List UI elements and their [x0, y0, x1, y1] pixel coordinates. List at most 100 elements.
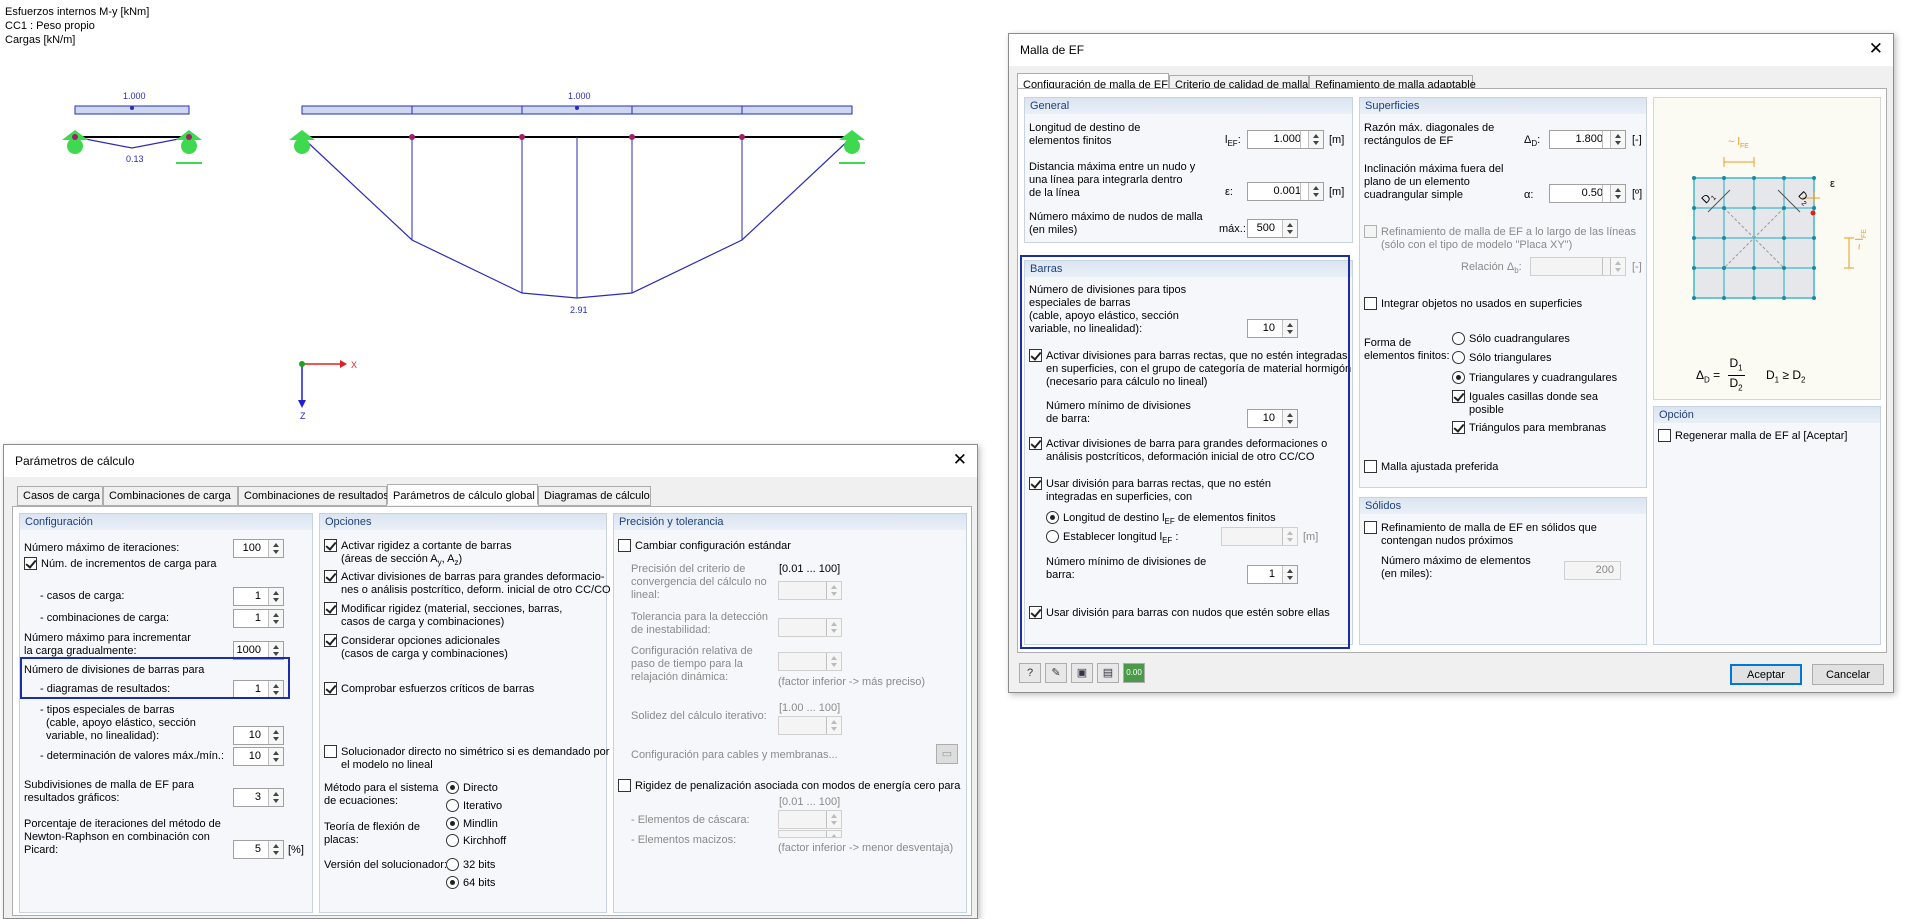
- mesh-titlebar[interactable]: Malla de EF ✕: [1009, 34, 1893, 66]
- o2-checkbox[interactable]: [324, 570, 337, 583]
- o3-label-2: casos de carga y combinaciones): [341, 616, 505, 628]
- kirchhoff-label: Kirchhoff: [463, 835, 507, 847]
- pct-input[interactable]: 5: [233, 840, 284, 859]
- p1-input[interactable]: [778, 581, 842, 600]
- n-input[interactable]: 200: [1564, 561, 1621, 580]
- load-icon[interactable]: ▣: [1071, 663, 1093, 683]
- num-input[interactable]: 500: [1247, 219, 1298, 238]
- p3-input[interactable]: [778, 652, 842, 671]
- iguales-label-2: posible: [1469, 404, 1504, 416]
- solidos-group: Sólidos Refinamiento de malla de EF en s…: [1359, 497, 1647, 645]
- close-icon[interactable]: ✕: [1869, 39, 1883, 59]
- cambiar-checkbox[interactable]: [618, 539, 631, 552]
- o6-label-2: el modelo no lineal: [341, 759, 433, 771]
- sub-input[interactable]: 3: [233, 788, 284, 807]
- o4-checkbox[interactable]: [324, 634, 337, 647]
- solidez-input[interactable]: [778, 716, 842, 735]
- save-icon[interactable]: ▤: [1097, 663, 1119, 683]
- fig-formula: ΔD = D1 D2 D1 ≥ D2: [1696, 356, 1806, 393]
- iguales-checkbox[interactable]: [1452, 390, 1465, 403]
- iguales-label: Iguales casillas donde sea: [1469, 391, 1599, 403]
- long-input[interactable]: 1.000: [1247, 130, 1324, 149]
- macizos-input[interactable]: [778, 830, 842, 838]
- cascara-input[interactable]: [778, 810, 842, 829]
- cuad-radio[interactable]: [1452, 332, 1465, 345]
- solidez-label: Solidez del cálculo iterativo:: [631, 710, 767, 722]
- integrar-checkbox[interactable]: [1364, 297, 1377, 310]
- dist-symbol: ε:: [1225, 186, 1233, 198]
- model-view[interactable]: Esfuerzos internos M-y [kNm] CC1 : Peso …: [0, 0, 1010, 450]
- forma-label: Forma de: [1364, 337, 1412, 349]
- o2-label-2: nes o análisis postcrítico, deform. inic…: [341, 584, 611, 596]
- casos-input[interactable]: 1: [233, 587, 284, 606]
- tri-mem-checkbox[interactable]: [1452, 421, 1465, 434]
- tc-radio[interactable]: [1452, 371, 1465, 384]
- directo-radio[interactable]: [446, 781, 459, 794]
- tab-casos-carga[interactable]: Casos de carga: [17, 486, 103, 506]
- tab-diagramas-calculo[interactable]: Diagramas de cálculo: [538, 486, 651, 506]
- p2-input[interactable]: [778, 618, 842, 637]
- iterativo-radio[interactable]: [446, 799, 459, 812]
- regen-checkbox[interactable]: [1658, 429, 1671, 442]
- mindlin-radio[interactable]: [446, 817, 459, 830]
- pct-label: Porcentaje de iteraciones del método de: [24, 818, 221, 830]
- p3-label: Configuración relativa de: [631, 645, 753, 657]
- o4-label: Considerar opciones adicionales: [341, 635, 500, 647]
- close-icon[interactable]: ✕: [953, 450, 967, 470]
- o5-checkbox[interactable]: [324, 682, 337, 695]
- mesh-figure-svg: [1692, 157, 1854, 300]
- ref-checkbox[interactable]: [1364, 225, 1377, 238]
- integrar-label: Integrar objetos no usados en superficie…: [1381, 298, 1583, 310]
- mindlin-label: Mindlin: [463, 818, 498, 830]
- opciones-header: Opciones: [320, 514, 606, 530]
- tipos-label: - tipos especiales de barras: [40, 704, 175, 716]
- num-incr-checkbox[interactable]: [24, 557, 37, 570]
- solidos-checkbox[interactable]: [1364, 521, 1377, 534]
- help-icon[interactable]: ?: [1019, 663, 1041, 683]
- long-symbol: lEF:: [1225, 134, 1241, 149]
- p1-label-3: lineal:: [631, 589, 660, 601]
- o1-label-2: (áreas de sección Ay, Az): [341, 553, 463, 568]
- cables-button[interactable]: ▭: [936, 744, 958, 764]
- accept-button[interactable]: Aceptar: [1730, 664, 1802, 685]
- o1-label: Activar rigidez a cortante de barras: [341, 540, 512, 552]
- tipos-input[interactable]: 10: [233, 726, 284, 745]
- det-input[interactable]: 10: [233, 747, 284, 766]
- combis-input[interactable]: 1: [233, 609, 284, 628]
- dist-label-3: de la línea: [1029, 187, 1080, 199]
- o3-checkbox[interactable]: [324, 602, 337, 615]
- long-unit: [m]: [1329, 134, 1345, 146]
- raz-input[interactable]: 1.800: [1549, 130, 1626, 149]
- num-label-2: (en miles): [1029, 224, 1078, 236]
- rigidez-checkbox[interactable]: [618, 779, 631, 792]
- rel-input[interactable]: [1530, 257, 1626, 276]
- cancel-button[interactable]: Cancelar: [1812, 664, 1884, 685]
- p1-label-2: convergencia del cálculo no: [631, 576, 767, 588]
- calc-title: Parámetros de cálculo: [15, 454, 135, 468]
- edit-icon[interactable]: ✎: [1045, 663, 1067, 683]
- defaults-icon[interactable]: 0.00: [1123, 663, 1145, 683]
- cambiar-label: Cambiar configuración estándar: [635, 540, 791, 552]
- tab-combinaciones-resultados[interactable]: Combinaciones de resultados: [238, 486, 389, 506]
- kirchhoff-radio[interactable]: [446, 834, 459, 847]
- tri-radio[interactable]: [1452, 351, 1465, 364]
- o6-checkbox[interactable]: [324, 745, 337, 758]
- calc-titlebar[interactable]: Parámetros de cálculo ✕: [4, 445, 977, 477]
- 64bits-radio[interactable]: [446, 876, 459, 889]
- tab-parametros-globales[interactable]: Parámetros de cálculo global: [387, 484, 538, 505]
- calc-page: Configuración Número máximo de iteracion…: [12, 506, 972, 916]
- inc-input[interactable]: 0.50: [1549, 184, 1626, 203]
- sub-label-2: resultados gráficos:: [24, 792, 120, 804]
- max-iter-input[interactable]: 100: [233, 539, 284, 558]
- o1-checkbox[interactable]: [324, 539, 337, 552]
- rel-unit: [-]: [1632, 261, 1642, 273]
- tab-combinaciones-carga[interactable]: Combinaciones de carga: [103, 486, 238, 506]
- ajustada-checkbox[interactable]: [1364, 460, 1377, 473]
- dist-input[interactable]: 0.001: [1247, 182, 1324, 201]
- inc-label: Inclinación máxima fuera del: [1364, 163, 1504, 175]
- structure-diagram[interactable]: [0, 60, 1000, 440]
- 32bits-radio[interactable]: [446, 858, 459, 871]
- general-group: General Longitud de destino de elementos…: [1024, 97, 1353, 243]
- directo-label: Directo: [463, 782, 498, 794]
- regen-label: Regenerar malla de EF al [Aceptar]: [1675, 430, 1848, 442]
